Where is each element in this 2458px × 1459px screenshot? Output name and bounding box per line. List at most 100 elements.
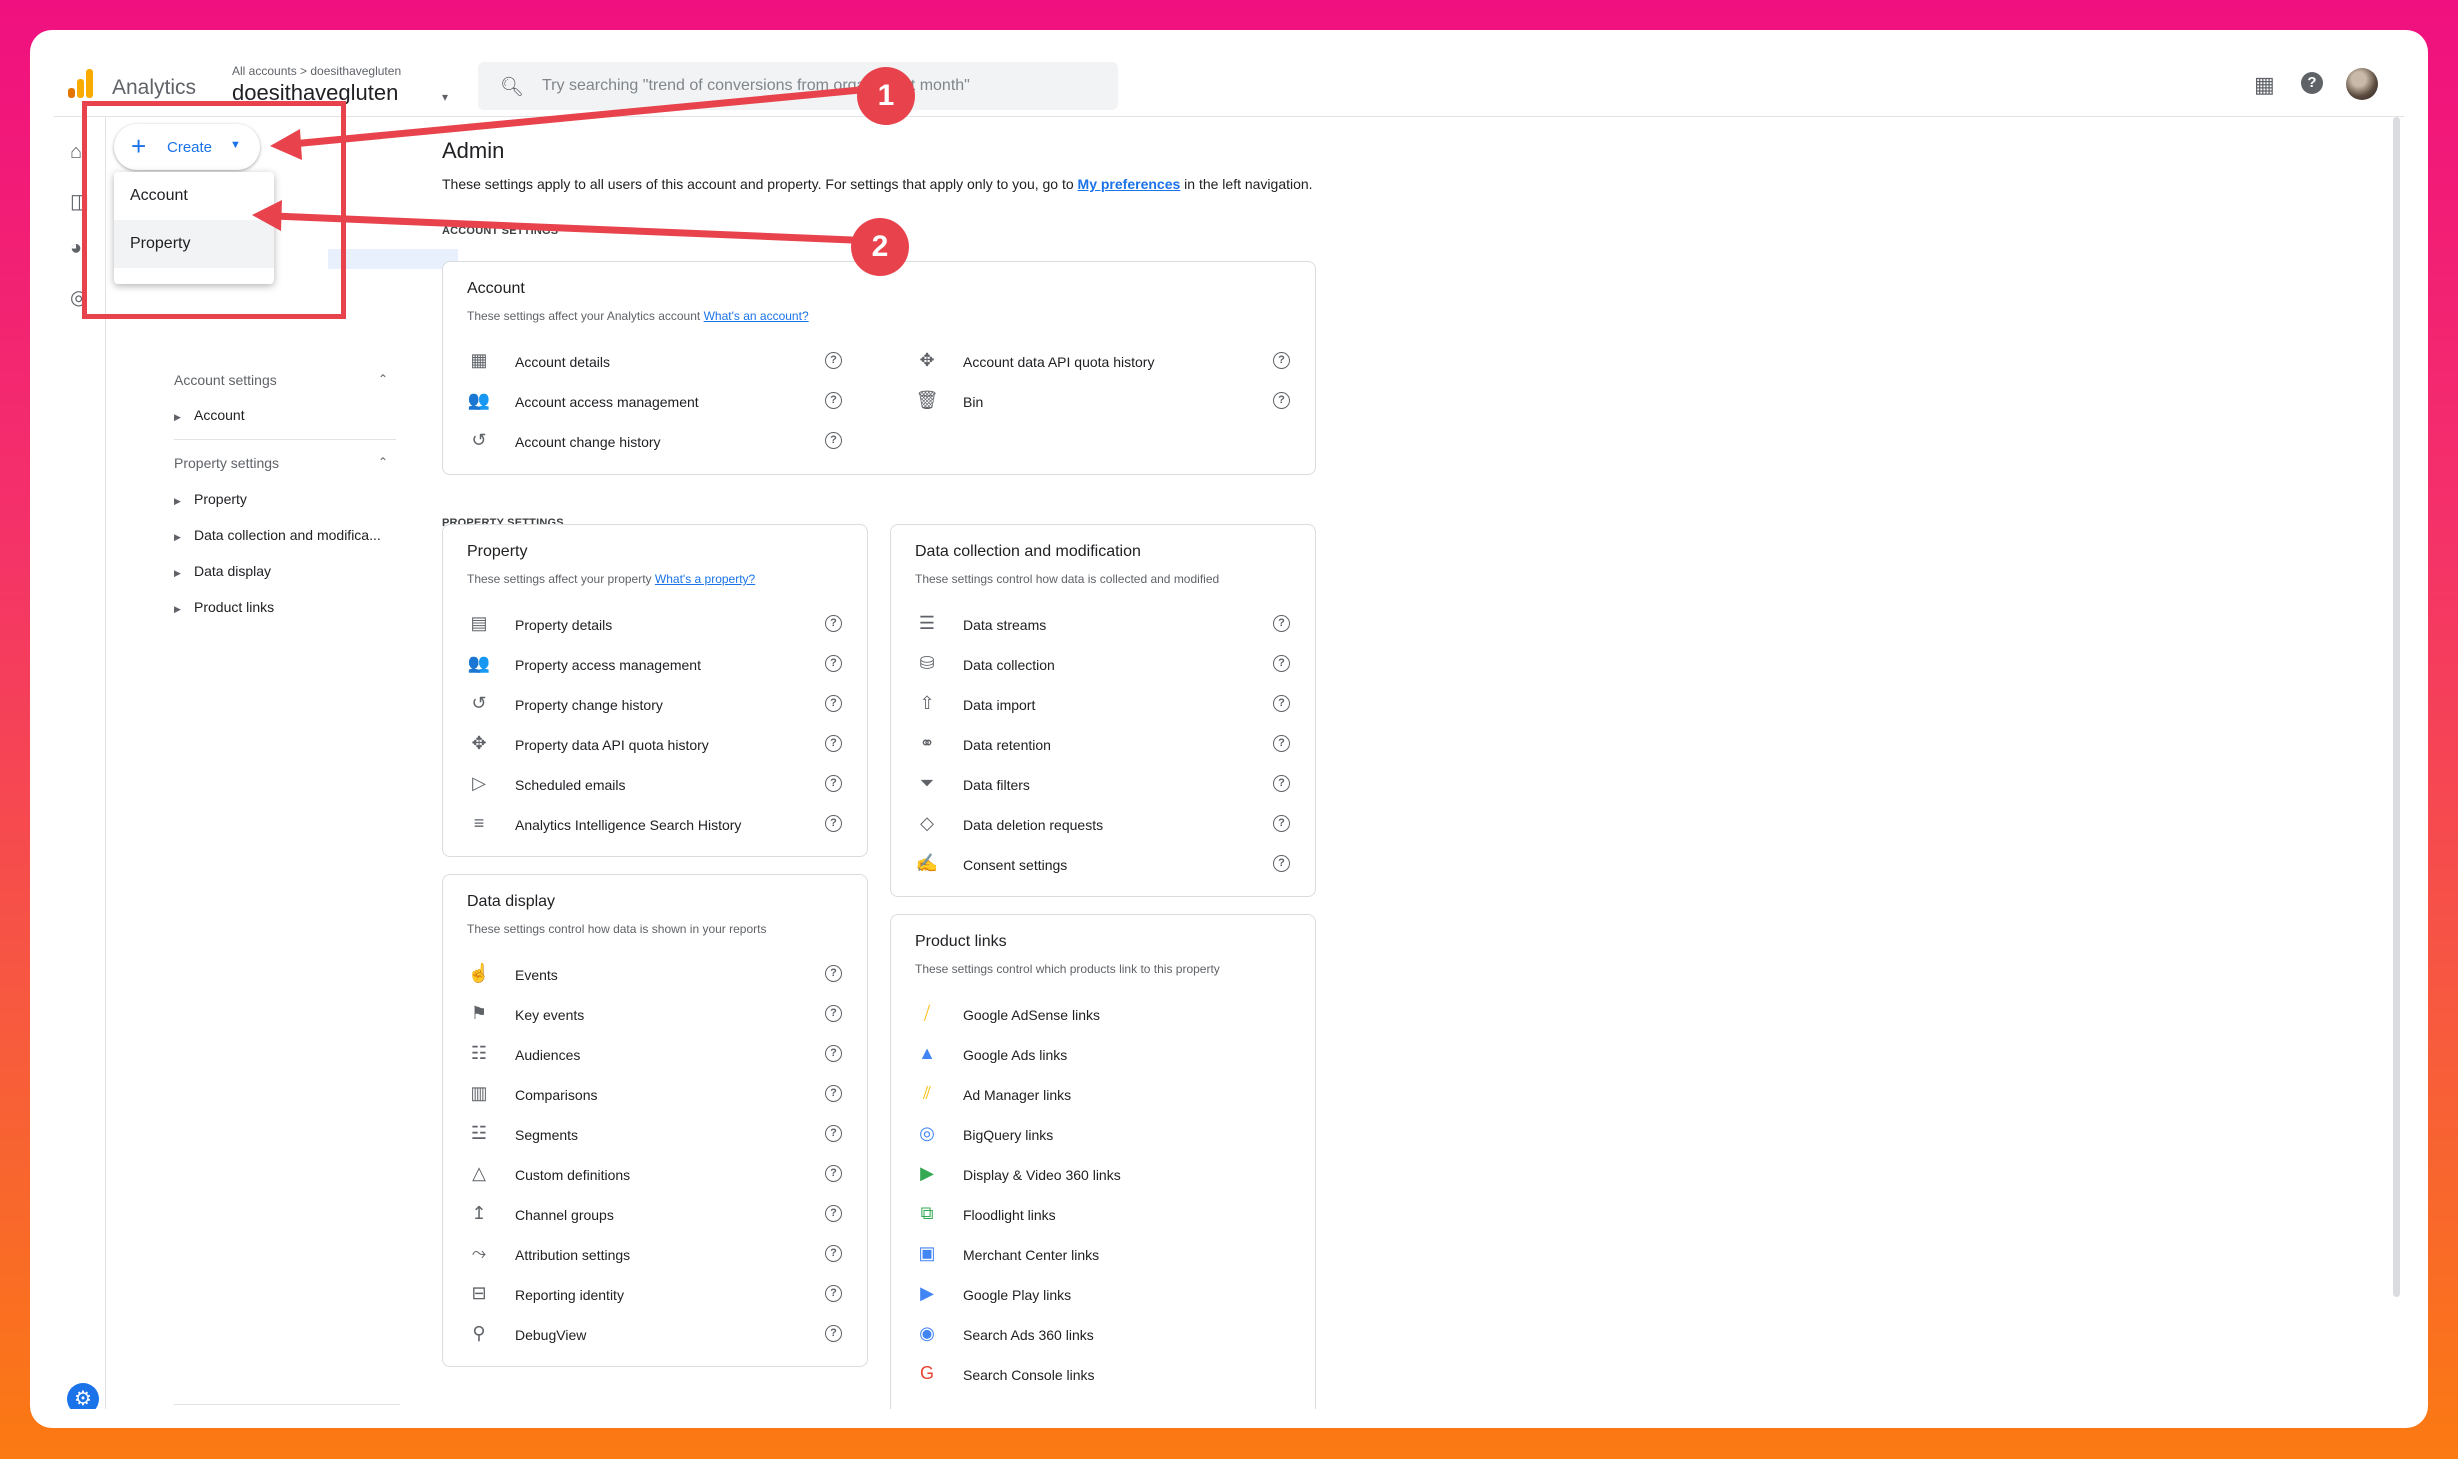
settings-row[interactable]: G Search Console links [915, 1355, 1315, 1395]
settings-row[interactable]: 👥 Account access management? [467, 382, 867, 422]
card-title: Data collection and modification [915, 543, 1141, 560]
help-icon[interactable]: ? [825, 1045, 842, 1062]
help-icon[interactable]: ? [825, 965, 842, 982]
settings-row[interactable]: ↥ Channel groups? [467, 1195, 867, 1235]
settings-row[interactable]: ⫽ Ad Manager links [915, 1075, 1315, 1115]
create-menu-item-account[interactable]: Account [114, 172, 274, 220]
settings-row[interactable]: ▷ Scheduled emails? [467, 765, 867, 805]
help-icon[interactable]: ? [825, 735, 842, 752]
account-selector[interactable]: doesithavegluten [232, 80, 398, 106]
help-icon[interactable]: ? [825, 1125, 842, 1142]
settings-row[interactable]: △ Custom definitions? [467, 1155, 867, 1195]
account-dropdown-icon[interactable]: ▾ [442, 90, 448, 104]
settings-row[interactable]: ≡ Analytics Intelligence Search History? [467, 805, 867, 845]
help-icon[interactable]: ? [1273, 352, 1290, 369]
app-name: Analytics [112, 76, 197, 99]
settings-row[interactable]: ▲ Google Ads links [915, 1035, 1315, 1075]
settings-row[interactable]: ▶ Google Play links [915, 1275, 1315, 1315]
sidebar-item-data-display[interactable]: ▶ Data display [174, 563, 271, 579]
admin-gear-icon[interactable]: ⚙︎ [67, 1383, 99, 1409]
help-icon[interactable]: ? [825, 392, 842, 409]
settings-row[interactable]: ✥ Property data API quota history? [467, 725, 867, 765]
scrollbar[interactable] [2393, 117, 2400, 1297]
help-icon[interactable]: ? [1273, 735, 1290, 752]
help-icon[interactable]: ? [1273, 615, 1290, 632]
help-icon[interactable]: ? [1273, 695, 1290, 712]
settings-row[interactable]: ⚭ Data retention? [915, 725, 1315, 765]
help-icon[interactable]: ? [825, 775, 842, 792]
settings-row[interactable]: ⧸ Google AdSense links [915, 995, 1315, 1035]
help-icon[interactable]: ? [825, 1325, 842, 1342]
help-icon[interactable]: ? [825, 655, 842, 672]
help-icon[interactable]: ? [825, 1005, 842, 1022]
help-icon[interactable]: ? [825, 1285, 842, 1302]
sidebar-item-product-links[interactable]: ▶ Product links [174, 599, 274, 615]
sidebar-item-data-collection[interactable]: ▶ Data collection and modifica... [174, 527, 381, 543]
help-icon[interactable]: ? [1273, 815, 1290, 832]
create-button[interactable]: + Create ▼ [114, 124, 260, 170]
settings-row[interactable]: ◉ Search Ads 360 links [915, 1315, 1315, 1355]
apps-grid-icon[interactable]: ▦ [2254, 72, 2275, 98]
home-icon[interactable]: ⌂ [70, 141, 82, 164]
search-bar[interactable]: 🔍︎ Try searching "trend of conversions f… [478, 62, 1118, 110]
settings-row[interactable]: ☰ Data streams? [915, 605, 1315, 645]
settings-row[interactable]: ◇ Data deletion requests? [915, 805, 1315, 845]
reports-icon[interactable]: ◫ [70, 189, 89, 214]
help-icon[interactable]: ? [825, 1205, 842, 1222]
settings-row[interactable]: ☳ Segments? [467, 1115, 867, 1155]
settings-row[interactable]: ☷ Audiences? [467, 1035, 867, 1075]
settings-row[interactable]: ▶ Display & Video 360 links [915, 1155, 1315, 1195]
help-icon[interactable]: ? [825, 1085, 842, 1102]
settings-row[interactable]: ↺ Account change history? [467, 422, 867, 462]
settings-row[interactable]: ⚑ Key events? [467, 995, 867, 1035]
help-icon[interactable]: ? [825, 1165, 842, 1182]
help-icon[interactable]: ? [1273, 655, 1290, 672]
settings-row[interactable]: ▤ Property details? [467, 605, 867, 645]
card-title: Data display [467, 893, 556, 910]
touch-icon: ☝ [467, 963, 491, 983]
settings-row[interactable]: ✥ Account data API quota history? [915, 342, 1315, 382]
property-card: Property These settings affect your prop… [442, 524, 868, 857]
help-icon[interactable]: ? [825, 695, 842, 712]
help-icon[interactable]: ? [1273, 855, 1290, 872]
my-preferences-link[interactable]: My preferences [1078, 176, 1181, 192]
help-icon[interactable]: ? [1273, 392, 1290, 409]
settings-row[interactable]: 🗑 Bin? [915, 382, 1315, 422]
settings-row[interactable]: ⇧ Data import? [915, 685, 1315, 725]
settings-row[interactable]: ☝ Events? [467, 955, 867, 995]
help-icon[interactable]: ? [825, 1245, 842, 1262]
avatar[interactable] [2346, 68, 2378, 100]
breadcrumb[interactable]: All accounts > doesithavegluten [232, 64, 401, 78]
help-icon[interactable]: ? [825, 615, 842, 632]
explore-icon[interactable]: ◕ [70, 237, 82, 260]
help-icon[interactable]: ? [1273, 775, 1290, 792]
chevron-up-icon[interactable]: ⌃ [378, 455, 388, 469]
row-label: Data streams [963, 617, 1047, 633]
sidebar-item-account[interactable]: ▶ Account [174, 407, 245, 423]
help-icon[interactable]: ? [825, 432, 842, 449]
settings-row[interactable]: ▦ Account details? [467, 342, 867, 382]
create-menu-item-property[interactable]: Property [114, 220, 274, 268]
settings-row[interactable]: ⧉ Floodlight links [915, 1195, 1315, 1235]
settings-row[interactable]: ↺ Property change history? [467, 685, 867, 725]
settings-row[interactable]: ⛁ Data collection? [915, 645, 1315, 685]
whats-an-account-link[interactable]: What's an account? [704, 309, 809, 323]
help-icon[interactable]: ? [825, 815, 842, 832]
settings-row[interactable]: ✍ Consent settings? [915, 845, 1315, 885]
settings-row[interactable]: ▥ Comparisons? [467, 1075, 867, 1115]
property-settings-header[interactable]: Property settings [174, 455, 279, 471]
account-settings-header[interactable]: Account settings [174, 372, 277, 388]
advertising-icon[interactable]: ◎ [70, 285, 87, 310]
settings-row[interactable]: ⚲ DebugView? [467, 1315, 867, 1355]
chevron-up-icon[interactable]: ⌃ [378, 372, 388, 386]
settings-row[interactable]: ⏷ Data filters? [915, 765, 1315, 805]
help-icon[interactable]: ? [2301, 72, 2323, 94]
settings-row[interactable]: ◎ BigQuery links [915, 1115, 1315, 1155]
help-icon[interactable]: ? [825, 352, 842, 369]
settings-row[interactable]: ▣ Merchant Center links [915, 1235, 1315, 1275]
settings-row[interactable]: ⊟ Reporting identity? [467, 1275, 867, 1315]
settings-row[interactable]: ⤳ Attribution settings? [467, 1235, 867, 1275]
settings-row[interactable]: 👥 Property access management? [467, 645, 867, 685]
sidebar-item-property[interactable]: ▶ Property [174, 491, 247, 507]
whats-a-property-link[interactable]: What's a property? [655, 572, 755, 586]
